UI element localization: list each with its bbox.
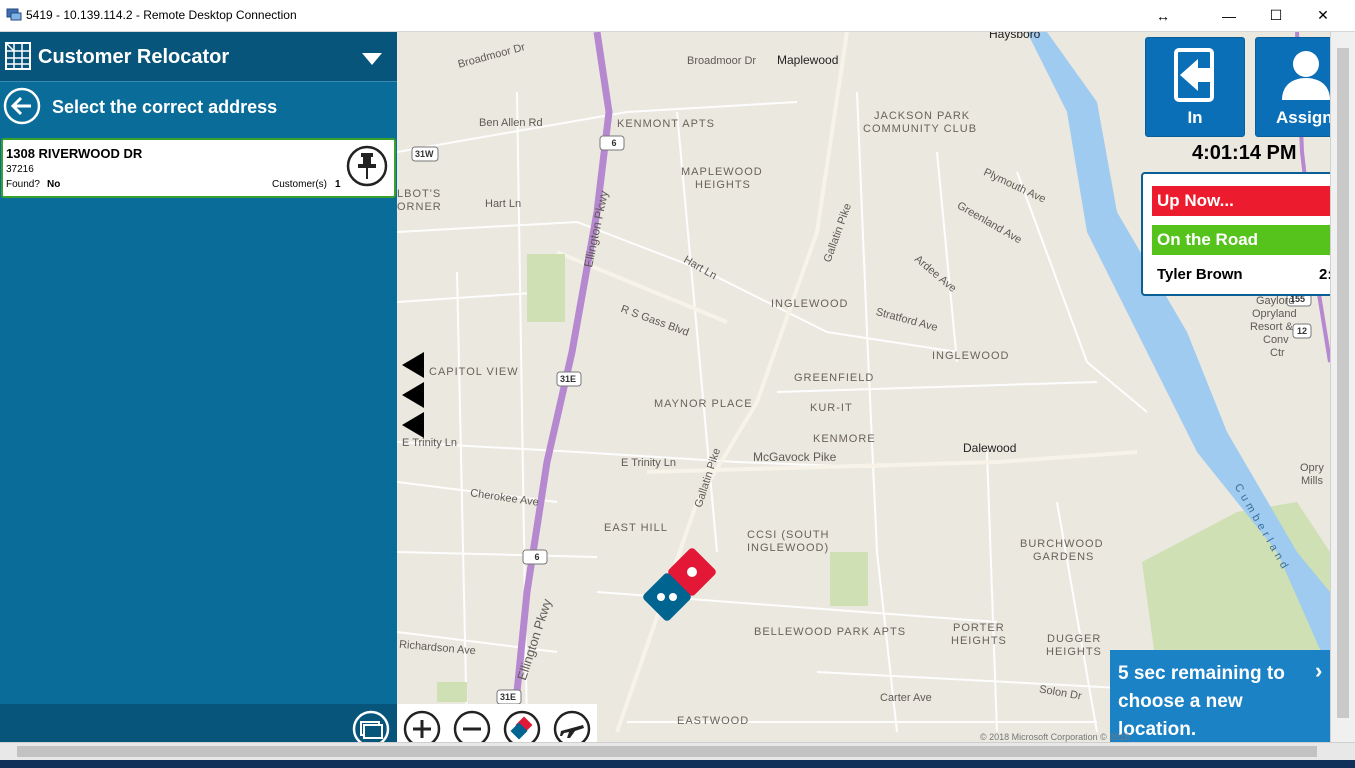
map-label-ben-allen: Ben Allen Rd	[479, 117, 543, 129]
map-shield-31w: 31W	[415, 149, 434, 159]
driver-status-panel: Up Now... On the Road Tyler Brown 2:	[1141, 172, 1330, 296]
map-label-kenmore: KENMORE	[813, 433, 876, 445]
assign-button[interactable]: Assign	[1255, 37, 1330, 137]
window-title: 5419 - 10.139.114.2 - Remote Desktop Con…	[26, 8, 297, 22]
panel-subtitle: Select the correct address	[52, 97, 278, 117]
map-shield-12: 12	[1297, 326, 1308, 336]
remote-desktop-icon	[6, 8, 22, 21]
clock-display: 4:01:14 PM	[1192, 142, 1297, 164]
map-label-ccsi: CCSI (SOUTH	[747, 529, 830, 541]
map-label-inglewood: INGLEWOOD	[932, 350, 1010, 362]
panel-title: Customer Relocator	[38, 46, 230, 68]
map-shield-31e: 31E	[560, 374, 577, 384]
store-locate-icon[interactable]	[503, 710, 541, 742]
map-label-gaylord: Ctr	[1270, 347, 1285, 359]
user-icon	[1282, 51, 1330, 100]
map-label-porter-heights: PORTER	[953, 622, 1005, 634]
map-label-dugger-heights: DUGGER	[1047, 633, 1102, 645]
map-label-inglewood: INGLEWOOD	[771, 298, 849, 310]
map-label-maplewood-heights: MAPLEWOOD	[681, 166, 763, 178]
map-label-corner: ORNER	[397, 201, 442, 213]
map-label-porter-heights: HEIGHTS	[951, 635, 1007, 647]
resize-icon[interactable]: ↔	[1140, 0, 1186, 31]
status-up-now[interactable]: Up Now...	[1152, 186, 1330, 216]
map-label-haysboro: Haysboro	[989, 32, 1041, 41]
panel-footer	[0, 704, 397, 748]
map-view[interactable]: Haysboro Broadmoor Dr Broadmoor Dr Maple…	[397, 32, 1330, 742]
map-label-jackson-park: JACKSON PARK	[874, 110, 971, 122]
grid-icon	[5, 42, 31, 70]
chevron-right-icon[interactable]: ›	[1315, 658, 1322, 684]
vertical-scrollbar-thumb[interactable]	[1337, 48, 1349, 718]
panel-header: Customer Relocator	[0, 32, 397, 82]
result-address: 1308 RIVERWOOD DR	[6, 146, 143, 161]
map-label-opry-mills: Opry	[1300, 462, 1324, 474]
toast-message: 5 sec remaining to choose a new location…	[1118, 663, 1285, 740]
vertical-scrollbar[interactable]	[1330, 32, 1355, 742]
pin-icon[interactable]	[346, 145, 388, 187]
map-label-burchwood: BURCHWOOD	[1020, 538, 1104, 550]
map-label-e-trinity: E Trinity Ln	[621, 457, 677, 469]
map-label-gaylord: Gaylord	[1256, 295, 1295, 307]
map-label-gaylord: Conv	[1263, 334, 1289, 346]
customers-value: 1	[335, 179, 341, 190]
relocation-countdown-toast[interactable]: 5 sec remaining to choose a new location…	[1110, 650, 1330, 742]
map-label-lbots: LBOT'S	[397, 188, 442, 200]
maximize-button[interactable]: ☐	[1253, 0, 1299, 31]
map-shield-31e: 31E	[500, 692, 517, 702]
dropdown-arrow-icon[interactable]	[362, 53, 382, 65]
map-label-bellewood: BELLEWOOD PARK APTS	[754, 626, 907, 638]
map-label-kenmont: KENMONT APTS	[617, 118, 715, 130]
map-label-eastwood: EASTWOOD	[677, 715, 750, 727]
airplane-icon[interactable]	[553, 710, 591, 742]
map-label-opry-mills: Mills	[1301, 475, 1323, 487]
map-label-carter-ave: Carter Ave	[880, 692, 932, 704]
collapse-panel-icon[interactable]	[400, 350, 426, 440]
window-title-bar: 5419 - 10.139.114.2 - Remote Desktop Con…	[0, 0, 1355, 32]
map-label-gaylord: Resort &	[1250, 321, 1293, 333]
map-label-kur-it: KUR-IT	[810, 402, 853, 414]
map-copyright: © 2018 Microsoft Corporation © 2018	[980, 732, 1130, 742]
zoom-in-icon[interactable]	[403, 710, 441, 742]
map-label-maplewood: Maplewood	[777, 53, 839, 67]
map-label-ccsi: INGLEWOOD)	[747, 542, 830, 554]
panel-subheader: Select the correct address	[0, 82, 397, 132]
horizontal-scrollbar[interactable]	[0, 742, 1355, 761]
clock-in-icon	[1174, 48, 1214, 102]
map-label-greenfield: GREENFIELD	[794, 372, 875, 384]
result-zip: 37216	[6, 164, 34, 175]
horizontal-scrollbar-thumb[interactable]	[17, 746, 1317, 757]
map-label-broadmoor: Broadmoor Dr	[687, 55, 757, 67]
map-label-hart-ln: Hart Ln	[485, 198, 522, 210]
map-shield-6: 6	[534, 552, 540, 562]
found-label: Found?	[6, 179, 40, 190]
map-shield-6: 6	[611, 138, 617, 148]
minimize-button[interactable]: —	[1206, 0, 1252, 31]
map-label-dugger-heights: HEIGHTS	[1046, 646, 1102, 658]
taskbar-strip	[0, 760, 1355, 768]
map-label-gaylord: Opryland	[1252, 308, 1297, 320]
map-label-dalewood: Dalewood	[963, 441, 1017, 455]
found-value: No	[47, 179, 61, 190]
map-label-burchwood: GARDENS	[1033, 551, 1095, 563]
clock-in-label: In	[1187, 108, 1203, 127]
status-on-the-road[interactable]: On the Road	[1152, 225, 1330, 255]
map-controls	[397, 704, 597, 742]
map-label-mcgavock-pike: McGavock Pike	[753, 450, 837, 464]
zoom-out-icon[interactable]	[453, 710, 491, 742]
map-label-maynor-place: MAYNOR PLACE	[654, 398, 753, 410]
clock-in-button[interactable]: In	[1145, 37, 1245, 137]
close-button[interactable]: ✕	[1300, 0, 1346, 31]
map-label-community-club: COMMUNITY CLUB	[863, 123, 978, 135]
address-result-card[interactable]: 1308 RIVERWOOD DR 37216 Found? No Custom…	[1, 138, 396, 198]
customers-label: Customer(s)	[272, 179, 328, 190]
driver-time: 2:	[1319, 266, 1330, 283]
back-arrow-icon[interactable]	[3, 87, 41, 125]
map-label-maplewood-heights: HEIGHTS	[695, 179, 751, 191]
customer-relocator-panel: Customer Relocator Select the correct ad…	[0, 32, 397, 748]
map-label-capitol-view: CAPITOL VIEW	[429, 366, 519, 378]
driver-name[interactable]: Tyler Brown	[1157, 266, 1243, 283]
map-label-east-hill: EAST HILL	[604, 522, 668, 534]
assign-label: Assign	[1276, 108, 1330, 127]
